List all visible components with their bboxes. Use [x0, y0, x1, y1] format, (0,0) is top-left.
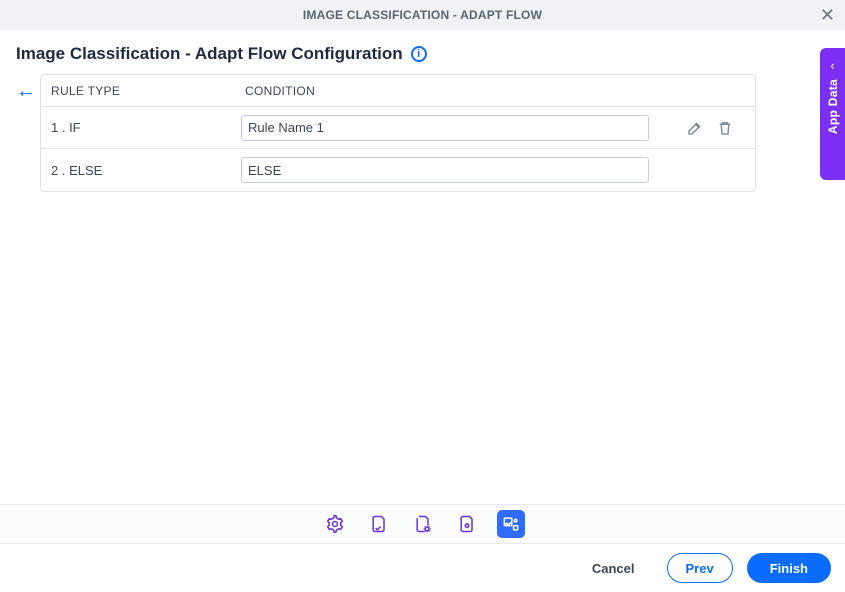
step-image-classify-icon[interactable] [497, 510, 525, 538]
step-document-check-icon[interactable] [365, 510, 393, 538]
finish-button[interactable]: Finish [747, 553, 831, 583]
rule-label: 2 . ELSE [41, 163, 241, 178]
app-data-label: App Data [826, 79, 840, 134]
close-icon[interactable]: ✕ [820, 6, 835, 24]
page-title-bar: Image Classification - Adapt Flow Config… [0, 30, 845, 74]
edit-icon[interactable] [686, 119, 704, 137]
rule-label: 1 . IF [41, 120, 241, 135]
modal-title: IMAGE CLASSIFICATION - ADAPT FLOW [303, 8, 542, 22]
cancel-button[interactable]: Cancel [574, 553, 653, 583]
condition-input[interactable] [241, 115, 649, 141]
step-document-config-icon[interactable] [453, 510, 481, 538]
app-data-panel-toggle[interactable]: ‹ App Data [820, 48, 845, 180]
page-title: Image Classification - Adapt Flow Config… [16, 44, 403, 64]
chevron-left-icon: ‹ [830, 58, 834, 73]
prev-button[interactable]: Prev [667, 553, 733, 583]
rules-table: RULE TYPE CONDITION 1 . IF 2 . ELSE [40, 74, 756, 192]
delete-icon[interactable] [716, 119, 734, 137]
modal-header: IMAGE CLASSIFICATION - ADAPT FLOW ✕ [0, 0, 845, 30]
back-arrow-icon[interactable]: ← [16, 80, 36, 103]
condition-input[interactable] [241, 157, 649, 183]
col-header-ruletype: RULE TYPE [41, 84, 241, 98]
col-header-condition: CONDITION [241, 84, 755, 98]
step-settings-icon[interactable] [321, 510, 349, 538]
table-row: 1 . IF [41, 107, 755, 149]
footer: Cancel Prev Finish [0, 504, 845, 592]
step-document-gear-icon[interactable] [409, 510, 437, 538]
rules-table-header: RULE TYPE CONDITION [41, 75, 755, 107]
info-icon[interactable]: i [411, 46, 427, 62]
table-row: 2 . ELSE [41, 149, 755, 191]
step-bar [0, 504, 845, 544]
button-bar: Cancel Prev Finish [0, 544, 845, 592]
